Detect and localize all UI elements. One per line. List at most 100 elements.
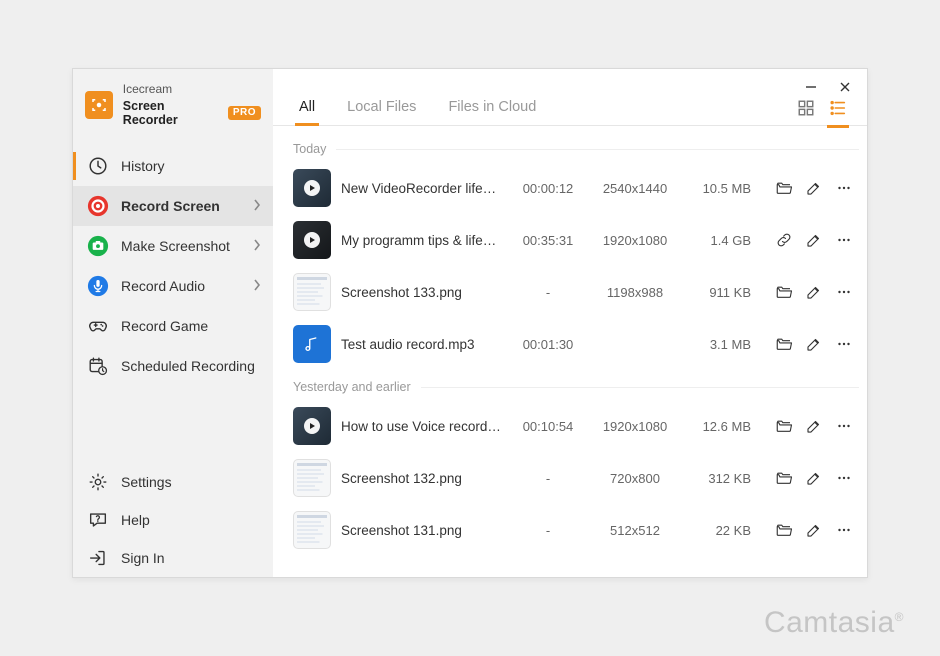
file-row[interactable]: Screenshot 131.png-512x51222 KB	[293, 504, 859, 556]
file-duration: 00:10:54	[513, 419, 583, 434]
sidebar: Icecream Screen Recorder PRO History Rec…	[73, 69, 273, 577]
sidebar-item-label: Sign In	[121, 550, 261, 566]
rename-button[interactable]	[805, 335, 823, 353]
chevron-right-icon	[253, 238, 261, 254]
tab-local[interactable]: Local Files	[345, 99, 418, 125]
minimize-button[interactable]	[801, 77, 821, 97]
microphone-icon	[87, 275, 109, 297]
more-button[interactable]	[835, 231, 853, 249]
sidebar-item-record-audio[interactable]: Record Audio	[73, 266, 273, 306]
file-name: New VideoRecorder lifehacks.mp4	[341, 181, 503, 196]
signin-icon	[87, 547, 109, 569]
file-row[interactable]: Screenshot 132.png-720x800312 KB	[293, 452, 859, 504]
file-size: 12.6 MB	[687, 419, 751, 434]
more-button[interactable]	[835, 521, 853, 539]
pro-badge: PRO	[228, 106, 261, 120]
sidebar-item-label: Record Audio	[121, 278, 241, 294]
record-icon	[87, 195, 109, 217]
row-actions	[761, 335, 853, 353]
clock-icon	[87, 155, 109, 177]
close-button[interactable]	[835, 77, 855, 97]
more-button[interactable]	[835, 283, 853, 301]
open-folder-button[interactable]	[775, 179, 793, 197]
file-name: Screenshot 132.png	[341, 471, 503, 486]
watermark: Camtasia®	[764, 606, 904, 640]
video-thumb[interactable]	[293, 407, 331, 445]
file-size: 911 KB	[687, 285, 751, 300]
file-resolution: 2540x1440	[593, 181, 677, 196]
app-window: Icecream Screen Recorder PRO History Rec…	[72, 68, 868, 578]
nav-bottom: Settings Help Sign In	[73, 463, 273, 577]
sidebar-item-record-game[interactable]: Record Game	[73, 306, 273, 346]
copy-link-button[interactable]	[775, 231, 793, 249]
rename-button[interactable]	[805, 283, 823, 301]
row-actions	[761, 469, 853, 487]
file-size: 10.5 MB	[687, 181, 751, 196]
video-thumb[interactable]	[293, 221, 331, 259]
file-size: 1.4 GB	[687, 233, 751, 248]
sidebar-item-label: Scheduled Recording	[121, 358, 261, 374]
brand-line1: Icecream	[123, 83, 261, 97]
file-size: 312 KB	[687, 471, 751, 486]
file-resolution: 1920x1080	[593, 233, 677, 248]
image-thumb[interactable]	[293, 459, 331, 497]
sidebar-item-screenshot[interactable]: Make Screenshot	[73, 226, 273, 266]
sidebar-item-label: History	[121, 158, 261, 174]
video-thumb[interactable]	[293, 169, 331, 207]
sidebar-item-label: Record Screen	[121, 198, 241, 214]
file-size: 22 KB	[687, 523, 751, 538]
open-folder-button[interactable]	[775, 469, 793, 487]
sidebar-item-scheduled[interactable]: Scheduled Recording	[73, 346, 273, 386]
rename-button[interactable]	[805, 521, 823, 539]
rename-button[interactable]	[805, 231, 823, 249]
tab-cloud[interactable]: Files in Cloud	[446, 99, 538, 125]
open-folder-button[interactable]	[775, 417, 793, 435]
file-row[interactable]: My programm tips & lifehacks.mp400:35:31…	[293, 214, 859, 266]
brand-line2: Screen Recorder	[123, 99, 222, 128]
file-name: How to use Voice recorder.mp4	[341, 419, 503, 434]
more-button[interactable]	[835, 179, 853, 197]
sidebar-item-label: Record Game	[121, 318, 261, 334]
tabs-row: All Local Files Files in Cloud	[273, 69, 867, 126]
open-folder-button[interactable]	[775, 521, 793, 539]
file-row[interactable]: New VideoRecorder lifehacks.mp400:00:122…	[293, 162, 859, 214]
sidebar-item-history[interactable]: History	[73, 146, 273, 186]
tabs: All Local Files Files in Cloud	[297, 99, 538, 125]
rename-button[interactable]	[805, 469, 823, 487]
more-button[interactable]	[835, 417, 853, 435]
calendar-clock-icon	[87, 355, 109, 377]
file-row[interactable]: Test audio record.mp300:01:303.1 MB	[293, 318, 859, 370]
open-folder-button[interactable]	[775, 283, 793, 301]
sidebar-item-help[interactable]: Help	[73, 501, 273, 539]
image-thumb[interactable]	[293, 511, 331, 549]
row-actions	[761, 417, 853, 435]
image-thumb[interactable]	[293, 273, 331, 311]
sidebar-item-record-screen[interactable]: Record Screen	[73, 186, 273, 226]
audio-thumb[interactable]	[293, 325, 331, 363]
open-folder-button[interactable]	[775, 335, 793, 353]
file-name: My programm tips & lifehacks.mp4	[341, 233, 503, 248]
gear-icon	[87, 471, 109, 493]
file-list[interactable]: TodayNew VideoRecorder lifehacks.mp400:0…	[273, 126, 867, 577]
rename-button[interactable]	[805, 179, 823, 197]
file-duration: -	[513, 285, 583, 300]
file-row[interactable]: How to use Voice recorder.mp400:10:54192…	[293, 400, 859, 452]
tab-all[interactable]: All	[297, 99, 317, 125]
file-row[interactable]: Screenshot 133.png-1198x988911 KB	[293, 266, 859, 318]
sidebar-item-signin[interactable]: Sign In	[73, 539, 273, 577]
group-header: Today	[293, 132, 859, 162]
camera-icon	[87, 235, 109, 257]
brand: Icecream Screen Recorder PRO	[73, 69, 273, 146]
file-name: Screenshot 133.png	[341, 285, 503, 300]
nav-primary: History Record Screen Make Screenshot	[73, 146, 273, 386]
main-panel: All Local Files Files in Cloud TodayNew …	[273, 69, 867, 577]
sidebar-item-label: Make Screenshot	[121, 238, 241, 254]
help-icon	[87, 509, 109, 531]
rename-button[interactable]	[805, 417, 823, 435]
group-header: Yesterday and earlier	[293, 370, 859, 400]
more-button[interactable]	[835, 469, 853, 487]
sidebar-item-label: Settings	[121, 474, 261, 490]
sidebar-item-settings[interactable]: Settings	[73, 463, 273, 501]
file-name: Test audio record.mp3	[341, 337, 503, 352]
more-button[interactable]	[835, 335, 853, 353]
